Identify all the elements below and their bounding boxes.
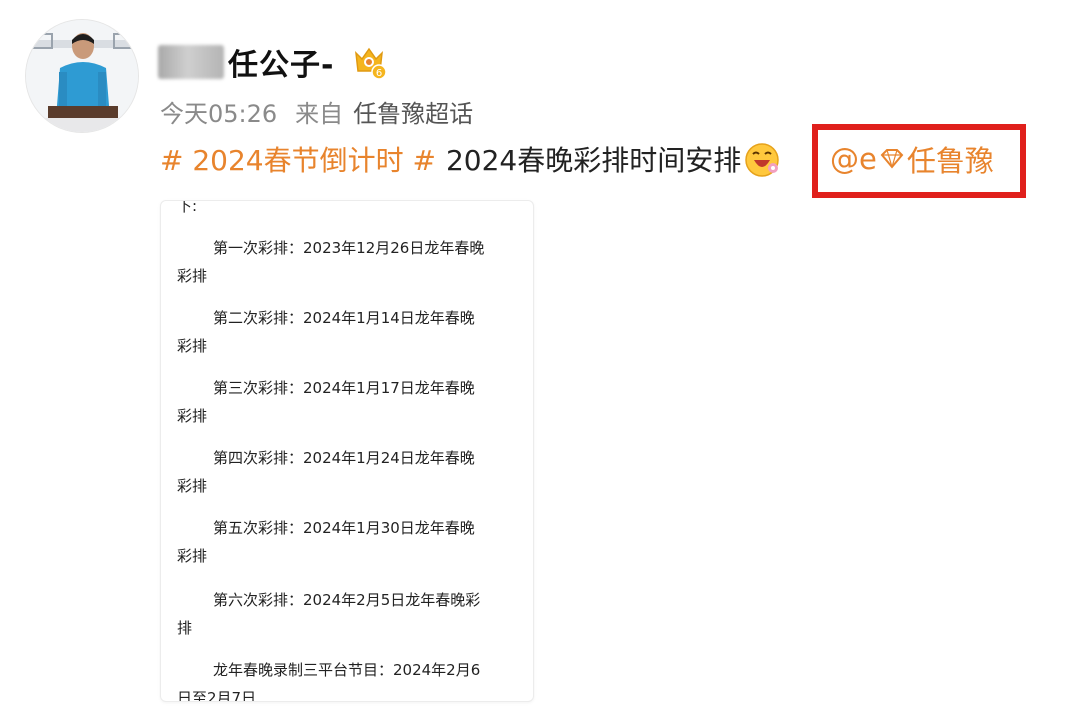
- doc-entry-line: 龙年春晚录制三平台节目：2024年2月6: [213, 661, 481, 679]
- schedule-image-card[interactable]: 下: 第一次彩排：2023年12月26日龙年春晚 彩排 第二次彩排：2024年1…: [160, 200, 534, 702]
- doc-entry-line: 第六次彩排：2024年2月5日龙年春晚彩: [213, 591, 481, 609]
- doc-fragment: 下:: [177, 200, 198, 215]
- vip-crown-badge-icon[interactable]: 6: [350, 43, 388, 81]
- user-mention-link[interactable]: @e 任鲁豫: [830, 138, 994, 180]
- post-meta: 今天05:26 来自 任鲁豫超话: [160, 94, 473, 129]
- post-timestamp: 今天05:26: [160, 100, 278, 128]
- doc-entry-cont: 彩排: [177, 547, 208, 565]
- name-row: 任公子- 6: [158, 38, 388, 86]
- doc-entry-cont: 彩排: [177, 267, 208, 285]
- avatar[interactable]: [26, 20, 138, 132]
- mention-at: @e: [830, 142, 877, 176]
- doc-entry-cont: 彩排: [177, 477, 208, 495]
- weibo-post: 任公子- 6 今天05:26 来自 任鲁豫超话 # 2024春节倒计时 # 20…: [0, 0, 1080, 716]
- blurred-name-prefix: [158, 45, 224, 79]
- doc-entry-line: 第一次彩排：2023年12月26日龙年春晚: [213, 239, 485, 257]
- doc-entry-line: 第四次彩排：2024年1月24日龙年春晚: [213, 449, 475, 467]
- doc-entry-cont: 排: [177, 619, 193, 637]
- doc-entry-line: 第二次彩排：2024年1月14日龙年春晚: [213, 309, 475, 327]
- doc-entry-cont: 彩排: [177, 337, 208, 355]
- username[interactable]: 任公子-: [228, 40, 334, 84]
- doc-entry-line: 第三次彩排：2024年1月17日龙年春晚: [213, 379, 475, 397]
- post-text: # 2024春节倒计时 # 2024春晚彩排时间安排: [160, 138, 781, 180]
- mention-name: 任鲁豫: [906, 144, 994, 178]
- source-prefix: 来自: [295, 100, 344, 128]
- diamond-icon: [880, 149, 904, 169]
- hashtag-link[interactable]: # 2024春节倒计时 #: [160, 139, 436, 179]
- laughing-emoji-icon: [745, 143, 779, 177]
- doc-entry-line: 第五次彩排：2024年1月30日龙年春晚: [213, 519, 475, 537]
- avatar-photo: [26, 20, 138, 132]
- doc-entry-cont: 彩排: [177, 407, 208, 425]
- doc-entry-cont: 日至2月7日: [177, 689, 257, 702]
- post-body-text: 2024春晚彩排时间安排: [445, 144, 742, 177]
- svg-text:6: 6: [376, 68, 382, 79]
- source-link[interactable]: 任鲁豫超话: [353, 94, 473, 129]
